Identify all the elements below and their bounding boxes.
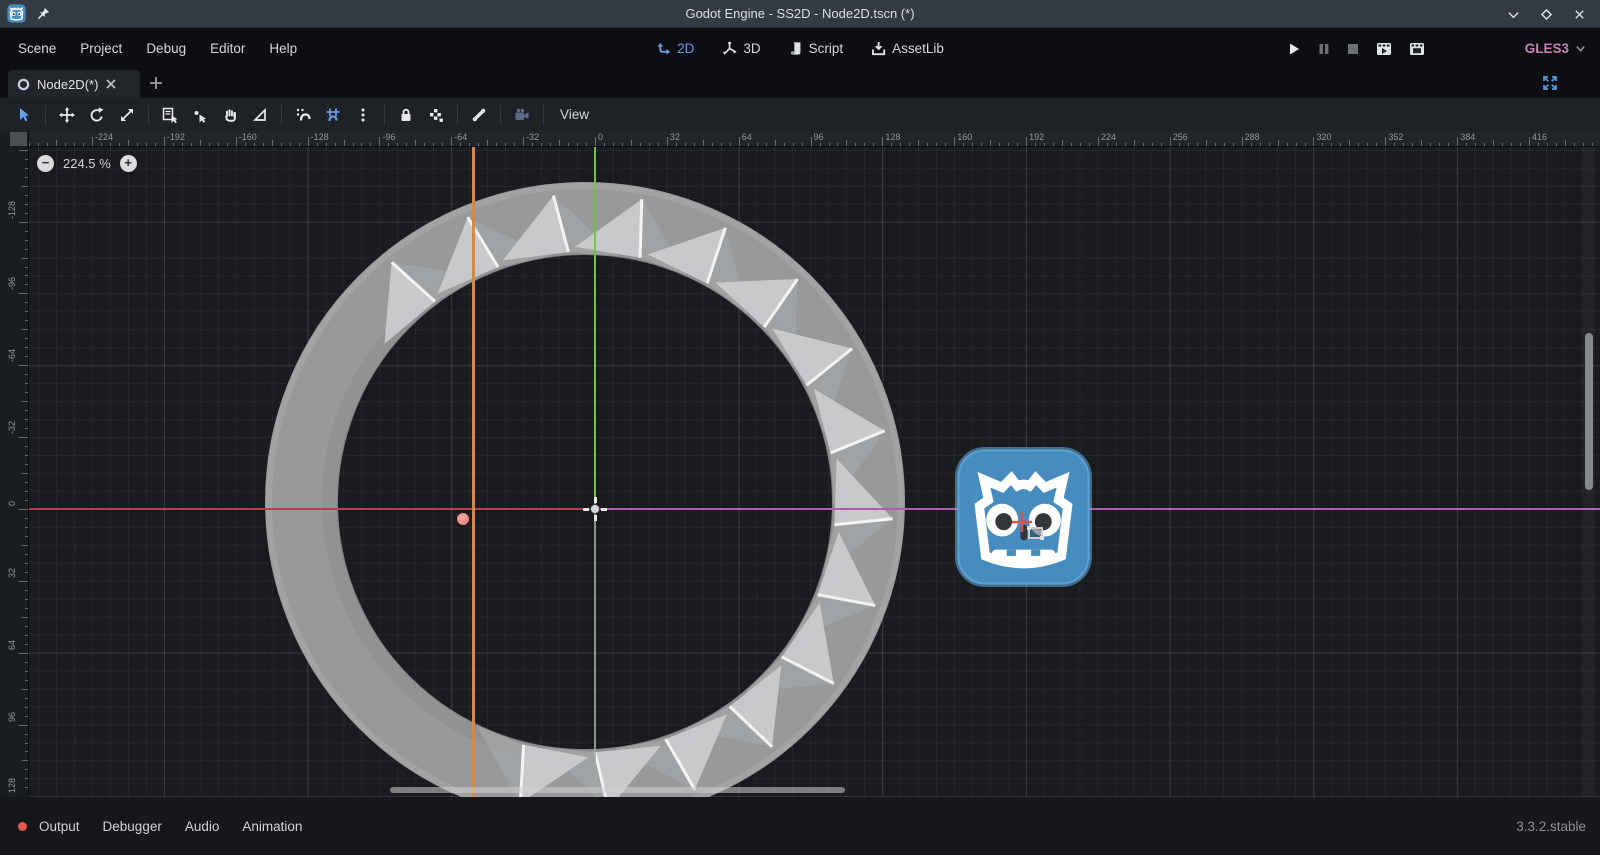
list-select-icon [162, 107, 178, 123]
zoom-in-button[interactable]: + [120, 155, 137, 172]
bottom-panel: Output Debugger Audio Animation 3.3.2.st… [0, 797, 1600, 855]
select-arrow-icon [16, 107, 32, 123]
pan-tool-button[interactable] [215, 102, 245, 128]
menubar: Scene Project Debug Editor Help 2D 3D Sc… [0, 29, 1600, 68]
zoom-out-button[interactable]: − [37, 155, 54, 172]
menu-editor[interactable]: Editor [198, 35, 257, 62]
grid-snap-button[interactable] [318, 102, 348, 128]
scene-tab-node2d[interactable]: Node2D(*) [8, 70, 140, 98]
bottom-tab-debugger[interactable]: Debugger [101, 815, 164, 838]
scene-tabbar: Node2D(*) [0, 68, 1600, 98]
menu-debug[interactable]: Debug [134, 35, 198, 62]
bone-icon [471, 107, 487, 123]
list-select-tool-button[interactable] [155, 102, 185, 128]
menu-help[interactable]: Help [257, 35, 309, 62]
vertical-ruler: -128-96-64-320326496128 [0, 131, 29, 797]
scale-icon [119, 107, 135, 123]
3d-icon [722, 41, 737, 56]
group-object-button[interactable] [421, 102, 451, 128]
stop-button[interactable] [1347, 43, 1359, 55]
override-camera-button[interactable] [507, 102, 537, 128]
pivot-icon [192, 107, 208, 123]
pin-icon[interactable] [36, 7, 50, 21]
zoom-level-label[interactable]: 224.5 % [63, 156, 111, 171]
engine-version-label: 3.3.2.stable [1516, 819, 1586, 834]
smart-snap-icon [295, 107, 311, 123]
pause-button[interactable] [1318, 43, 1330, 55]
bottom-tab-animation[interactable]: Animation [240, 815, 304, 838]
pan-hand-icon [222, 107, 238, 123]
horizontal-scrollbar-thumb[interactable] [390, 787, 845, 793]
new-scene-tab-button[interactable] [148, 75, 164, 91]
skeleton-options-button[interactable] [464, 102, 494, 128]
menu-scene[interactable]: Scene [6, 35, 68, 62]
play-scene-button[interactable] [1376, 42, 1392, 56]
ruler-tool-button[interactable] [245, 102, 275, 128]
camera-icon [514, 107, 530, 123]
window-minimize-button[interactable] [1507, 8, 1520, 21]
shape-control-point[interactable] [457, 513, 469, 525]
expand-icon [1542, 75, 1558, 91]
canvas-toolbar: View [0, 98, 1600, 131]
lock-object-button[interactable] [391, 102, 421, 128]
x-axis-line [29, 508, 595, 510]
rotate-icon [89, 107, 105, 123]
rotate-tool-button[interactable] [82, 102, 112, 128]
group-icon [428, 107, 444, 123]
bottom-tab-audio[interactable]: Audio [183, 815, 222, 838]
view-menu[interactable]: View [550, 107, 599, 122]
move-tool-button[interactable] [52, 102, 82, 128]
titlebar: Godot Engine - SS2D - Node2D.tscn (*) [0, 0, 1600, 28]
grid-snap-icon [325, 107, 341, 123]
play-custom-scene-button[interactable] [1409, 42, 1425, 56]
2d-icon [656, 41, 671, 56]
snap-options-button[interactable] [348, 102, 378, 128]
vertical-scrollbar-thumb[interactable] [1585, 333, 1593, 490]
godot-logo-icon [7, 4, 26, 23]
window-maximize-button[interactable] [1540, 8, 1553, 21]
distraction-free-mode-button[interactable] [1542, 75, 1558, 91]
smart-snap-button[interactable] [288, 102, 318, 128]
ruler-corner [10, 132, 27, 146]
move-icon [59, 107, 75, 123]
dots-vertical-icon [355, 107, 371, 123]
viewport-canvas[interactable]: − 224.5 % + [29, 147, 1600, 797]
menu-project[interactable]: Project [68, 35, 134, 62]
chevron-down-icon [1575, 43, 1586, 54]
assetlib-icon [871, 41, 886, 56]
y-axis-line [594, 147, 596, 509]
renderer-label: GLES3 [1525, 41, 1569, 56]
scale-tool-button[interactable] [112, 102, 142, 128]
window-title: Godot Engine - SS2D - Node2D.tscn (*) [0, 6, 1600, 21]
workspace-3d-button[interactable]: 3D [722, 41, 760, 56]
viewport-top-edge-line [595, 508, 1600, 510]
tab-close-icon[interactable] [105, 78, 117, 90]
horizontal-ruler: -224-192-160-128-96-64-32032649612816019… [29, 131, 1600, 147]
window-close-button[interactable] [1573, 8, 1586, 21]
workspace-2d-button[interactable]: 2D [656, 41, 694, 56]
play-button[interactable] [1287, 42, 1301, 56]
ss2d-ring-shape [29, 147, 1600, 797]
vertical-guide-line[interactable] [472, 147, 475, 797]
viewport-left-edge-line [594, 509, 596, 797]
output-notification-dot [18, 822, 27, 831]
ruler-icon [252, 107, 268, 123]
workspace-assetlib-button[interactable]: AssetLib [871, 41, 944, 56]
zoom-widget: − 224.5 % + [37, 155, 137, 172]
script-icon [789, 41, 803, 56]
renderer-dropdown[interactable]: GLES3 [1525, 41, 1586, 56]
bottom-tab-output[interactable]: Output [37, 815, 82, 838]
tab-label: Node2D(*) [37, 77, 98, 92]
select-tool-button[interactable] [9, 102, 39, 128]
pivot-tool-button[interactable] [185, 102, 215, 128]
node2d-icon [17, 78, 30, 91]
lock-icon [398, 107, 414, 123]
workspace-script-button[interactable]: Script [789, 41, 844, 56]
